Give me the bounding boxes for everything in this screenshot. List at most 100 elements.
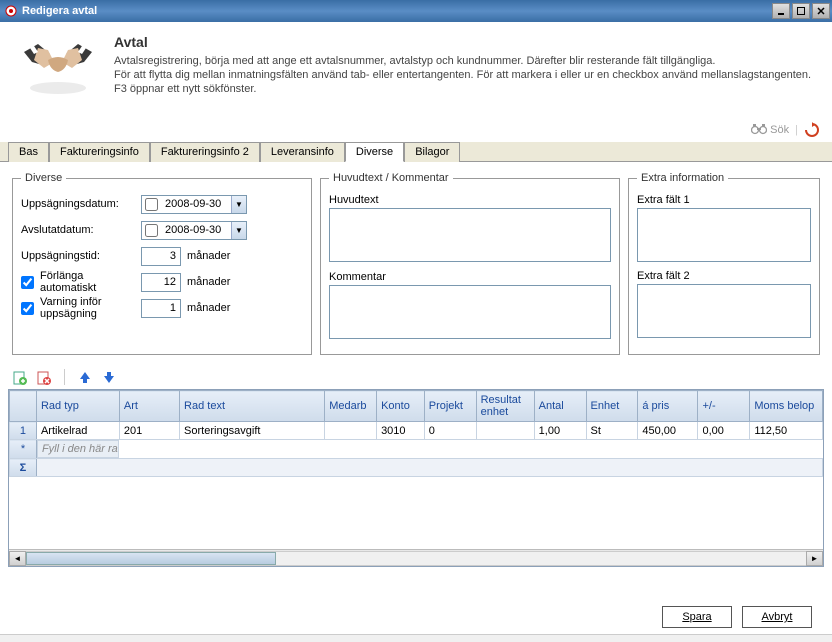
maximize-button[interactable] <box>792 3 810 19</box>
col-art[interactable]: Art <box>119 391 179 422</box>
status-bar <box>0 634 832 642</box>
fieldset-diverse: Diverse Uppsägningsdatum: 2008-09-30 ▼ A… <box>12 172 312 355</box>
refresh-icon[interactable] <box>804 122 820 138</box>
scroll-thumb[interactable] <box>26 552 276 565</box>
tab-bas[interactable]: Bas <box>8 142 49 162</box>
sum-symbol: Σ <box>10 459 37 477</box>
cell-enhet[interactable]: St <box>586 422 638 440</box>
col-corner[interactable] <box>10 391 37 422</box>
unit-months-3: månader <box>187 302 230 314</box>
label-extra-2: Extra fält 2 <box>637 270 811 282</box>
cell-medarb[interactable] <box>325 422 377 440</box>
fieldset-huvudtext: Huvudtext / Kommentar Huvudtext Kommenta… <box>320 172 620 355</box>
label-upps-datum: Uppsägningsdatum: <box>21 198 141 210</box>
uppsagningsdatum-field[interactable]: 2008-09-30 ▼ <box>141 195 247 214</box>
col-radtext[interactable]: Rad text <box>180 391 325 422</box>
new-row-placeholder[interactable]: * Fyll i den här raden för att lägga til… <box>10 440 823 459</box>
cell-art[interactable]: 201 <box>119 422 179 440</box>
close-button[interactable] <box>812 3 830 19</box>
legend-diverse: Diverse <box>21 172 66 184</box>
chevron-down-icon[interactable]: ▼ <box>231 222 246 239</box>
scroll-left-icon[interactable]: ◄ <box>9 551 26 566</box>
move-up-icon[interactable] <box>77 369 93 385</box>
add-row-icon[interactable] <box>12 369 28 385</box>
extra-falt-2[interactable] <box>637 284 811 338</box>
cell-antal[interactable]: 1,00 <box>534 422 586 440</box>
col-projekt[interactable]: Projekt <box>424 391 476 422</box>
grid: Rad typ Art Rad text Medarb Konto Projek… <box>8 389 824 567</box>
tab-bilagor[interactable]: Bilagor <box>404 142 460 162</box>
titlebar: Redigera avtal <box>0 0 832 22</box>
page-title: Avtal <box>114 34 811 50</box>
grid-toolbar <box>0 365 832 389</box>
col-apris[interactable]: á pris <box>638 391 698 422</box>
varning-checkbox[interactable] <box>21 302 34 315</box>
col-plusminus[interactable]: +/- <box>698 391 750 422</box>
label-extra-1: Extra fält 1 <box>637 194 811 206</box>
header-area: Avtal Avtalsregistrering, börja med att … <box>0 22 832 142</box>
label-varning: Varning inför uppsägning <box>40 296 141 320</box>
binoculars-icon <box>751 123 767 138</box>
save-button[interactable]: Spara <box>662 606 732 628</box>
header-line-1: Avtalsregistrering, börja med att ange e… <box>114 54 811 68</box>
label-huvudtext: Huvudtext <box>329 194 611 206</box>
col-antal[interactable]: Antal <box>534 391 586 422</box>
uppsagningstid-input[interactable] <box>141 247 181 266</box>
new-row-symbol: * <box>10 440 37 459</box>
cell-plusminus[interactable]: 0,00 <box>698 422 750 440</box>
table-row[interactable]: 1 Artikelrad 201 Sorteringsavgift 3010 0… <box>10 422 823 440</box>
tab-leveransinfo[interactable]: Leveransinfo <box>260 142 345 162</box>
kommentar-textarea[interactable] <box>329 285 611 339</box>
legend-huvudtext: Huvudtext / Kommentar <box>329 172 453 184</box>
extra-falt-1[interactable] <box>637 208 811 262</box>
cancel-button[interactable]: Avbryt <box>742 606 812 628</box>
cell-konto[interactable]: 3010 <box>377 422 425 440</box>
cell-apris[interactable]: 450,00 <box>638 422 698 440</box>
uppsagningsdatum-value: 2008-09-30 <box>161 198 231 210</box>
col-resultat[interactable]: Resultat enhet <box>476 391 534 422</box>
col-medarb[interactable]: Medarb <box>325 391 377 422</box>
unit-months-1: månader <box>187 250 230 262</box>
chevron-down-icon[interactable]: ▼ <box>231 196 246 213</box>
forlang-input[interactable] <box>141 273 181 292</box>
cell-radtyp[interactable]: Artikelrad <box>36 422 119 440</box>
avslutatdatum-field[interactable]: 2008-09-30 ▼ <box>141 221 247 240</box>
huvudtext-textarea[interactable] <box>329 208 611 262</box>
sum-row: Σ <box>10 459 823 477</box>
uppsagningsdatum-checkbox[interactable] <box>145 198 158 211</box>
delete-row-icon[interactable] <box>36 369 52 385</box>
header-line-3: F3 öppnar ett nytt sökfönster. <box>114 82 811 96</box>
tab-faktureringsinfo-2[interactable]: Faktureringsinfo 2 <box>150 142 260 162</box>
label-uppsagningstid: Uppsägningstid: <box>21 250 141 262</box>
cell-radtext[interactable]: Sorteringsavgift <box>180 422 325 440</box>
col-konto[interactable]: Konto <box>377 391 425 422</box>
move-down-icon[interactable] <box>101 369 117 385</box>
label-avslut-datum: Avslutatdatum: <box>21 224 141 236</box>
search-label: Sök <box>770 124 789 136</box>
legend-extra: Extra information <box>637 172 728 184</box>
label-forlang: Förlänga automatiskt <box>40 270 141 294</box>
avslutatdatum-checkbox[interactable] <box>145 224 158 237</box>
cell-resultat[interactable] <box>476 422 534 440</box>
forlang-checkbox[interactable] <box>21 276 34 289</box>
window-title: Redigera avtal <box>22 5 772 17</box>
header-line-2: För att flytta dig mellan inmatningsfält… <box>114 68 811 82</box>
handshake-icon <box>18 34 98 98</box>
minimize-button[interactable] <box>772 3 790 19</box>
label-kommentar: Kommentar <box>329 271 611 283</box>
scroll-right-icon[interactable]: ► <box>806 551 823 566</box>
tab-faktureringsinfo[interactable]: Faktureringsinfo <box>49 142 150 162</box>
tab-row: Bas Faktureringsinfo Faktureringsinfo 2 … <box>0 142 832 162</box>
unit-months-2: månader <box>187 276 230 288</box>
col-enhet[interactable]: Enhet <box>586 391 638 422</box>
cell-moms[interactable]: 112,50 <box>750 422 823 440</box>
varning-input[interactable] <box>141 299 181 318</box>
col-radtyp[interactable]: Rad typ <box>36 391 119 422</box>
search-link[interactable]: Sök <box>751 123 789 138</box>
cell-projekt[interactable]: 0 <box>424 422 476 440</box>
avslutatdatum-value: 2008-09-30 <box>161 224 231 236</box>
col-moms[interactable]: Moms belop <box>750 391 823 422</box>
row-number: 1 <box>10 422 37 440</box>
tab-diverse[interactable]: Diverse <box>345 142 404 162</box>
horizontal-scrollbar[interactable]: ◄ ► <box>9 549 823 566</box>
